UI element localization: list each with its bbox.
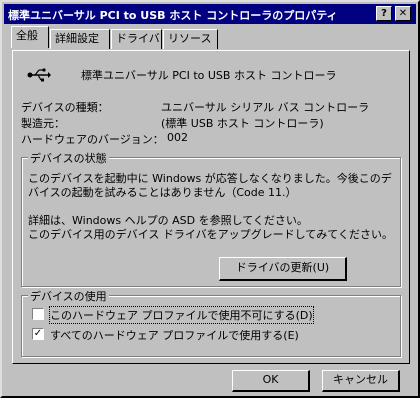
properties-dialog: 標準ユニバーサル PCI to USB ホスト コントローラのプロパティ ? ✕… [0,0,420,398]
general-panel: 標準ユニバーサル PCI to USB ホスト コントローラ デバイスの種類： … [12,50,410,364]
device-usage-legend: デバイスの使用 [28,288,109,304]
cancel-button[interactable]: キャンセル [322,370,400,392]
all-profiles-checkbox[interactable]: ✓ [32,328,44,340]
device-status-group: デバイスの状態 このデバイスを起動中に Windows が応答しなくなりました。… [21,150,401,287]
manufacturer-label: 製造元： [21,117,65,130]
update-driver-button[interactable]: ドライバの更新(U) [219,257,347,281]
device-type-label: デバイスの種類： [21,101,109,114]
status-text-line2: バイスの起動を試みることはありません（Code 11.） [28,186,297,199]
tab-advanced[interactable]: 詳細設定 [50,29,110,49]
hardware-version-value: 002 [167,131,188,144]
disable-profile-label[interactable]: このハードウェア プロファイルで使用不可にする(D) [49,306,314,324]
close-button[interactable]: ✕ [395,6,411,21]
device-usage-group: デバイスの使用 このハードウェア プロファイルで使用不可にする(D) ✓ すべて… [21,288,401,357]
tab-general[interactable]: 全般 [11,26,49,48]
manufacturer-value: (標準 USB ホスト コントローラ) [161,117,324,130]
tab-resources[interactable]: リソース [163,29,218,49]
help-button[interactable]: ? [376,6,392,21]
device-type-value: ユニバーサル シリアル バス コントローラ [161,101,370,114]
status-text-line4: このデバイス用のデバイス ドライバをアップグレードしてみてください。 [28,228,393,241]
disable-profile-checkbox[interactable] [32,308,44,320]
title-bar[interactable]: 標準ユニバーサル PCI to USB ホスト コントローラのプロパティ ? ✕ [4,4,416,24]
window-title: 標準ユニバーサル PCI to USB ホスト コントローラのプロパティ [8,9,338,22]
hardware-version-label: ハードウェアのバージョン： [21,133,164,146]
usb-icon [27,67,51,86]
device-name: 標準ユニバーサル PCI to USB ホスト コントローラ [81,69,337,82]
ok-button[interactable]: OK [232,370,310,392]
device-status-legend: デバイスの状態 [28,150,109,166]
tab-driver[interactable]: ドライバ [111,29,162,49]
all-profiles-label[interactable]: すべてのハードウェア プロファイルで使用する(E) [50,327,299,343]
